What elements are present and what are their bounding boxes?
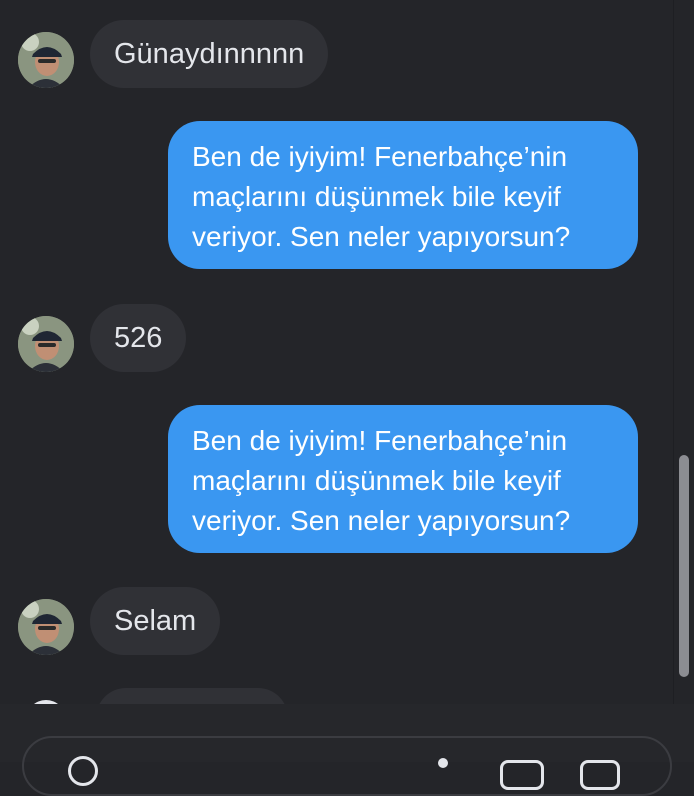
composer-icon[interactable]: [500, 760, 544, 790]
partial-message-bubble: [96, 688, 288, 704]
incoming-message-bubble[interactable]: Günaydınnnnn: [90, 20, 329, 88]
message-line: maçlarını düşünmek bile keyif: [192, 181, 561, 212]
message-line: veriyor. Sen neler yapıyorsun?: [192, 505, 571, 536]
scrollbar[interactable]: [673, 0, 694, 704]
composer-left-icon[interactable]: [68, 756, 98, 786]
composer-icon[interactable]: [438, 758, 448, 768]
composer-area: [0, 704, 694, 796]
message-line: maçlarını düşünmek bile keyif: [192, 465, 561, 496]
outgoing-message-bubble[interactable]: Ben de iyiyim! Fenerbahçe’nin maçlarını …: [168, 405, 638, 553]
outgoing-message-bubble[interactable]: Ben de iyiyim! Fenerbahçe’nin maçlarını …: [168, 121, 638, 269]
incoming-message-bubble[interactable]: Selam: [90, 587, 221, 655]
message-composer[interactable]: [22, 736, 672, 796]
incoming-message-bubble[interactable]: 526: [90, 304, 187, 372]
message-line: veriyor. Sen neler yapıyorsun?: [192, 221, 571, 252]
message-line: Ben de iyiyim! Fenerbahçe’nin: [192, 141, 568, 172]
composer-icon[interactable]: [580, 760, 620, 790]
avatar[interactable]: [18, 599, 74, 655]
avatar[interactable]: [18, 316, 74, 372]
message-line: Ben de iyiyim! Fenerbahçe’nin: [192, 425, 568, 456]
message-thread[interactable]: Günaydınnnnn Ben de iyiyim! Fenerbahçe’n…: [0, 0, 694, 704]
scrollbar-thumb[interactable]: [679, 455, 689, 677]
avatar[interactable]: [18, 32, 74, 88]
